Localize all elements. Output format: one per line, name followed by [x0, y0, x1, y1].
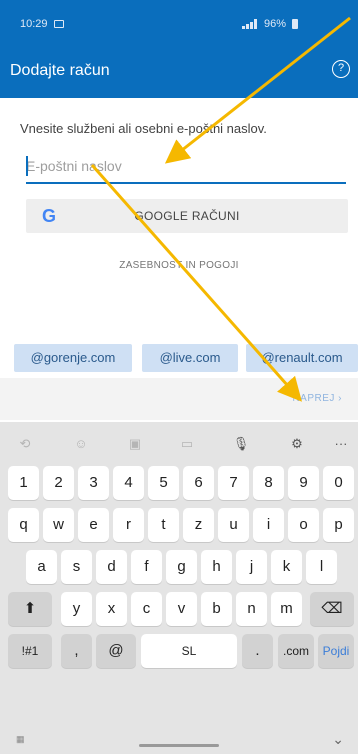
key[interactable]: 4	[113, 466, 144, 500]
backspace-key[interactable]: ⌫	[310, 592, 354, 626]
key[interactable]: j	[236, 550, 267, 584]
battery-icon	[292, 19, 298, 29]
symbols-key[interactable]: !#1	[8, 634, 52, 668]
page-title: Dodajte račun	[10, 62, 110, 79]
domain-suggestions: @gorenje.com @live.com @renault.com	[0, 340, 358, 376]
key[interactable]: 7	[218, 466, 249, 500]
key[interactable]: t	[148, 508, 179, 542]
keyboard-switch-icon[interactable]: ▦	[16, 734, 25, 745]
settings-icon[interactable]: ⚙	[286, 436, 308, 454]
at-key[interactable]: @	[96, 634, 136, 668]
key[interactable]: l	[306, 550, 337, 584]
key[interactable]: x	[96, 592, 127, 626]
chevron-down-icon[interactable]: ⌄	[332, 731, 344, 748]
signal-icon	[241, 19, 258, 29]
key[interactable]: a	[26, 550, 57, 584]
emoji-icon[interactable]: ☺	[70, 436, 92, 454]
shift-key[interactable]: ⬆	[8, 592, 52, 626]
key[interactable]: h	[201, 550, 232, 584]
keyboard: ⟲ ☺ ▣ ▭ 🎙 ⚙ ··· 1 2 3 4 5 6 7 8 9 0 q w …	[0, 422, 358, 754]
more-options-icon[interactable]: ···	[330, 436, 352, 454]
privacy-terms-link[interactable]: ZASEBNOST IN POGOJI	[0, 260, 358, 271]
text-cursor	[26, 156, 28, 176]
translate-icon[interactable]: ⟲	[14, 436, 36, 454]
key[interactable]: u	[218, 508, 249, 542]
suggestion-chip[interactable]: @gorenje.com	[14, 344, 132, 372]
google-accounts-button[interactable]: G GOOGLE RAČUNI	[26, 199, 348, 233]
key[interactable]: b	[201, 592, 232, 626]
suggestion-chip[interactable]: @renault.com	[246, 344, 358, 372]
key[interactable]: 0	[323, 466, 354, 500]
key[interactable]: v	[166, 592, 197, 626]
key[interactable]: p	[323, 508, 354, 542]
key[interactable]: q	[8, 508, 39, 542]
key[interactable]: i	[253, 508, 284, 542]
app-bar: Dodajte račun ?	[0, 48, 358, 98]
keyboard-toolbar: ⟲ ☺ ▣ ▭ 🎙 ⚙ ···	[0, 428, 358, 462]
help-icon[interactable]: ?	[332, 60, 350, 78]
key[interactable]: e	[78, 508, 109, 542]
key[interactable]: n	[236, 592, 267, 626]
status-time: 10:29	[20, 18, 64, 30]
key[interactable]: f	[131, 550, 162, 584]
clock: 10:29	[20, 18, 48, 30]
key[interactable]: 8	[253, 466, 284, 500]
battery-level: 96%	[263, 18, 286, 30]
period-key[interactable]: .	[242, 634, 273, 668]
google-accounts-label: GOOGLE RAČUNI	[134, 209, 240, 223]
dotcom-key[interactable]: .com	[278, 634, 314, 668]
comma-key[interactable]: ,	[61, 634, 92, 668]
key[interactable]: g	[166, 550, 197, 584]
email-field[interactable]	[26, 152, 346, 184]
email-input[interactable]	[26, 152, 346, 180]
home-handle[interactable]	[139, 744, 219, 747]
key[interactable]: r	[113, 508, 144, 542]
action-bar: NAPREJ ›	[0, 378, 358, 420]
key[interactable]: 5	[148, 466, 179, 500]
instruction-text: Vnesite službeni ali osebni e-poštni nas…	[20, 121, 267, 136]
key[interactable]: 1	[8, 466, 39, 500]
key[interactable]: m	[271, 592, 302, 626]
status-bar: 10:29 96%	[0, 0, 358, 48]
next-button[interactable]: NAPREJ ›	[292, 393, 342, 404]
go-key[interactable]: Pojdi	[318, 634, 354, 668]
key[interactable]: d	[96, 550, 127, 584]
key[interactable]: o	[288, 508, 319, 542]
space-key[interactable]: SL	[141, 634, 237, 668]
key[interactable]: 9	[288, 466, 319, 500]
suggestion-chip[interactable]: @live.com	[142, 344, 238, 372]
key[interactable]: s	[61, 550, 92, 584]
sticker-icon[interactable]: ▣	[124, 436, 146, 454]
key[interactable]: 2	[43, 466, 74, 500]
image-notification-icon	[53, 20, 64, 28]
key[interactable]: c	[131, 592, 162, 626]
key[interactable]: z	[183, 508, 214, 542]
key[interactable]: y	[61, 592, 92, 626]
key[interactable]: k	[271, 550, 302, 584]
system-icons: 96%	[241, 18, 298, 30]
microphone-icon[interactable]: 🎙	[230, 436, 252, 454]
key[interactable]: 3	[78, 466, 109, 500]
nav-bar: ▦ ⌄	[0, 726, 358, 754]
key[interactable]: 6	[183, 466, 214, 500]
gif-icon[interactable]: ▭	[176, 436, 198, 454]
key[interactable]: w	[43, 508, 74, 542]
